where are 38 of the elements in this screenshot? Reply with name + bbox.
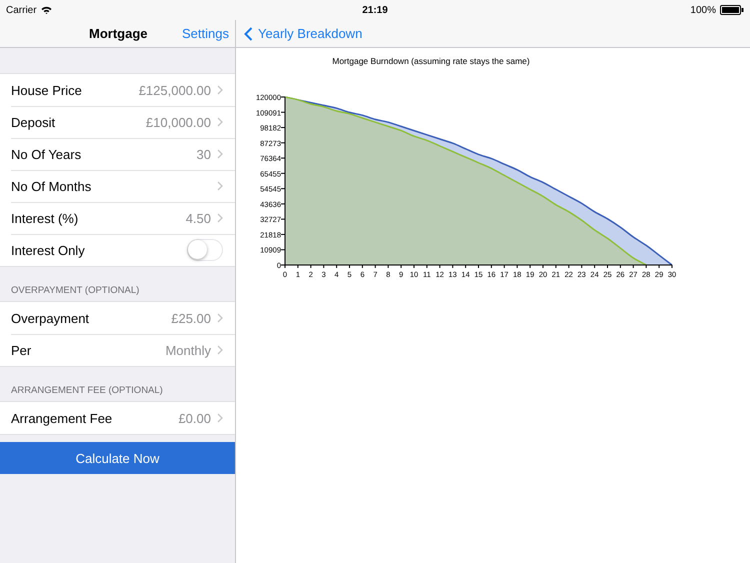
chart-title: Mortgage Burndown (assuming rate stays the same) bbox=[332, 56, 530, 66]
toggle-switch[interactable] bbox=[187, 239, 223, 261]
chevron-icon[interactable] bbox=[217, 149, 223, 159]
row-label: House Price bbox=[11, 82, 83, 98]
chevron-icon[interactable] bbox=[217, 85, 223, 95]
wifi-icon bbox=[40, 6, 52, 14]
row-value: 30 bbox=[196, 146, 211, 162]
row-value: £0.00 bbox=[178, 410, 211, 426]
calculate-button[interactable]: Calculate Now bbox=[0, 442, 235, 474]
back-button[interactable]: Yearly Breakdown bbox=[244, 26, 362, 41]
row-label: Interest (%) bbox=[11, 210, 80, 226]
chevron-icon[interactable] bbox=[217, 345, 223, 355]
settings-link[interactable]: Settings bbox=[182, 26, 229, 41]
section-header: OVERPAYMENT (OPTIONAL) bbox=[10, 284, 140, 298]
chevron-left-icon[interactable] bbox=[244, 26, 253, 40]
carrier-label: Carrier bbox=[6, 4, 37, 16]
clock-time: 21:19 bbox=[362, 4, 388, 16]
row-label: Arrangement Fee bbox=[11, 410, 114, 426]
section-header: ARRANGEMENT FEE (OPTIONAL) bbox=[10, 384, 164, 398]
row-label: Overpayment bbox=[11, 310, 90, 326]
chevron-icon[interactable] bbox=[217, 117, 223, 127]
nav-title: Mortgage bbox=[89, 26, 148, 41]
row-label: No Of Months bbox=[11, 178, 92, 194]
row-label: Deposit bbox=[11, 114, 56, 130]
row-value: £10,000.00 bbox=[146, 114, 211, 130]
chevron-icon[interactable] bbox=[217, 181, 223, 191]
row-label: Per bbox=[11, 342, 32, 358]
row-value: 4.50 bbox=[186, 210, 211, 226]
row-label: No Of Years bbox=[11, 146, 82, 162]
battery-icon bbox=[720, 5, 744, 15]
chevron-icon[interactable] bbox=[217, 213, 223, 223]
chevron-icon[interactable] bbox=[217, 313, 223, 323]
chevron-icon[interactable] bbox=[217, 413, 223, 423]
row-value: £25.00 bbox=[171, 310, 211, 326]
battery-percent: 100% bbox=[690, 4, 716, 16]
row-value: £125,000.00 bbox=[138, 82, 211, 98]
row-label: Interest Only bbox=[11, 242, 86, 258]
row-value: Monthly bbox=[165, 342, 211, 358]
